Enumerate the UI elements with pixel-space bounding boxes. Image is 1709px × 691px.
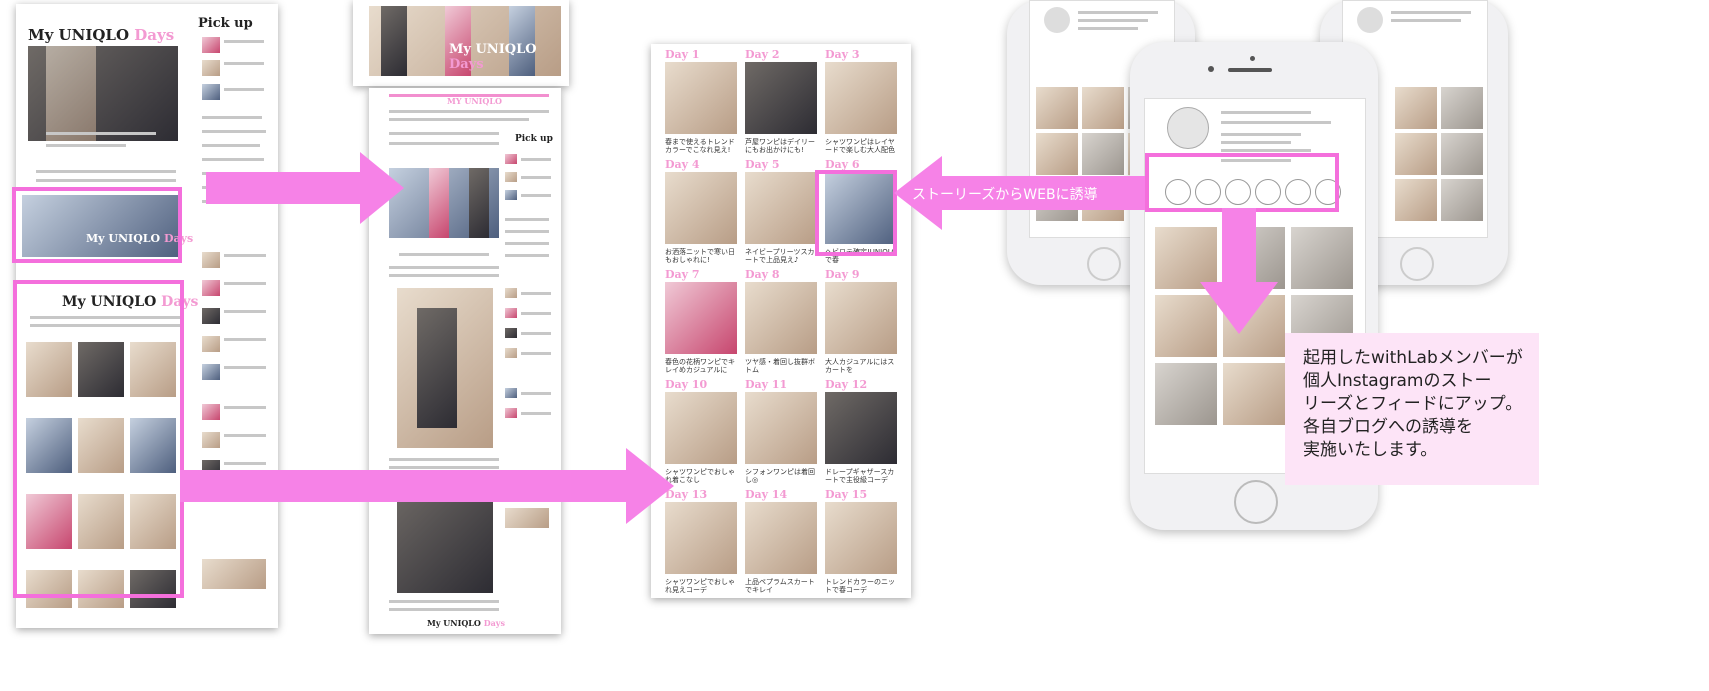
day-thumbnail[interactable] [825, 502, 897, 574]
day-thumbnail[interactable] [745, 392, 817, 464]
day-caption[interactable]: 春色の花柄ワンピでキレイめカジュアルに [665, 358, 741, 374]
banner-highlight [12, 187, 182, 263]
description-line: 各自ブログへの誘導を [1303, 417, 1473, 437]
day-caption[interactable]: シフォンワンピは着回し◎ [745, 468, 821, 484]
arrow-banner-to-article [206, 172, 361, 204]
home-button[interactable] [1234, 480, 1278, 524]
days-grid-screenshot: Day 1 春まで使えるトレンドカラーでこなれ見え! Day 2 芦屋ワンピはデイリー… [651, 44, 911, 598]
day-label: Day 1 [665, 48, 700, 61]
day-label: Day 8 [745, 268, 780, 281]
day-caption[interactable]: トレンドカラーのニットで春コーデ [825, 578, 901, 594]
description-box: 起用したwithLabメンバーが 個人Instagramのストーリーズとフィードに… [1285, 333, 1539, 485]
day-label: Day 14 [745, 488, 788, 501]
day-thumbnail[interactable] [665, 392, 737, 464]
day-caption[interactable]: シャツワンピでおしゃれ見えコーデ [665, 578, 741, 594]
day-caption[interactable]: 上品ペプラムスカートでキレイ [745, 578, 821, 594]
day-thumbnail[interactable] [825, 62, 897, 134]
banner-screenshot: My UNIQLO Days [353, 0, 569, 86]
brand-logo: My UNIQLO Days [28, 26, 175, 44]
day-thumbnail[interactable] [665, 282, 737, 354]
day-thumbnail[interactable] [665, 502, 737, 574]
day-label: Day 4 [665, 158, 700, 171]
stories-highlight [1145, 153, 1339, 212]
day-thumbnail[interactable] [745, 282, 817, 354]
day-caption[interactable]: 大人カジュアルにはスカートを [825, 358, 901, 374]
day-label: Day 7 [665, 268, 700, 281]
day-thumbnail[interactable] [825, 392, 897, 464]
description-line: 実施いたします。 [1303, 440, 1438, 460]
day-caption[interactable]: 芦屋ワンピはデイリーにもお出かけにも! [745, 138, 821, 154]
day6-highlight [815, 170, 897, 256]
arrow-down-feed [1222, 208, 1256, 284]
day-label: Day 10 [665, 378, 708, 391]
day-label: Day 3 [825, 48, 860, 61]
days-section-highlight [13, 280, 184, 598]
day-label: Day 5 [745, 158, 780, 171]
day-thumbnail[interactable] [745, 62, 817, 134]
description-line: リーズとフィードにアップ。 [1303, 394, 1523, 414]
day-thumbnail[interactable] [745, 502, 817, 574]
day-label: Day 15 [825, 488, 868, 501]
day-label: Day 9 [825, 268, 860, 281]
day-caption[interactable]: ネイビープリーツスカートで上品見え♪ [745, 248, 821, 264]
stories-to-web-label: ストーリーズからWEBに誘導 [912, 187, 1098, 203]
arrow-days-to-grid [180, 470, 628, 502]
day-label: Day 11 [745, 378, 788, 391]
description-line: 個人Instagramのストー [1303, 371, 1492, 391]
day-label: Day 2 [745, 48, 780, 61]
day-thumbnail[interactable] [745, 172, 817, 244]
day-caption[interactable]: シャツワンピでおしゃれ着こなし [665, 468, 741, 484]
day-caption[interactable]: ツヤ感・着回し抜群ボトム [745, 358, 821, 374]
day-caption[interactable]: 春まで使えるトレンドカラーでこなれ見え! [665, 138, 741, 154]
pickup-heading: Pick up [198, 16, 253, 31]
day-caption[interactable]: ドレープギャザースカートで主役級コーデ [825, 468, 901, 484]
profile-avatar [1167, 107, 1209, 149]
day-caption[interactable]: お洒落ニットで寒い日もおしゃれに! [665, 248, 741, 264]
day-thumbnail[interactable] [665, 62, 737, 134]
description-line: 起用したwithLabメンバーが [1303, 348, 1523, 368]
day-thumbnail[interactable] [825, 282, 897, 354]
day-caption[interactable]: シャツワンピはレイヤードで楽しむ大人配色 [825, 138, 901, 154]
day-label: Day 12 [825, 378, 868, 391]
day-thumbnail[interactable] [665, 172, 737, 244]
